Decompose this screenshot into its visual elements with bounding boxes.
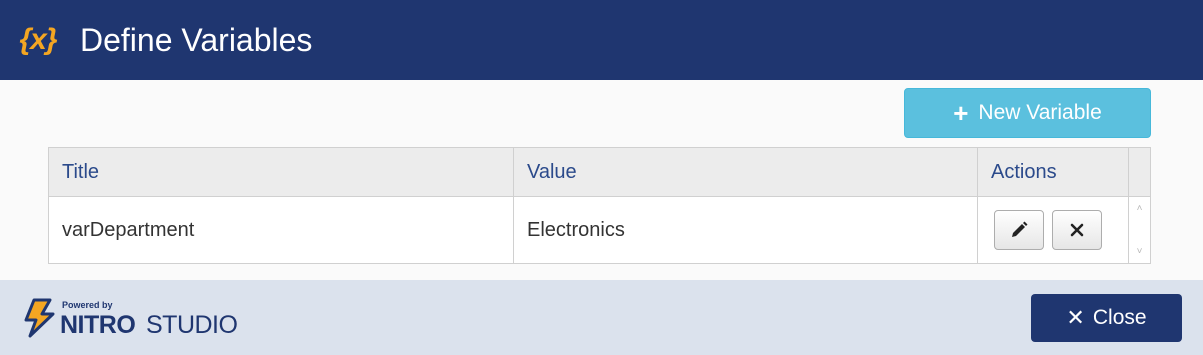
actions-cell [978,197,1129,263]
scroll-up-icon[interactable]: ˄ [1137,203,1143,214]
brand-studio: STUDIO [146,311,238,339]
column-header-title[interactable]: Title [49,148,514,196]
table-header-row: Title Value Actions [49,148,1150,197]
lightning-bolt-icon [24,298,55,338]
vertical-scrollbar[interactable]: ˄ ˅ [1129,197,1150,263]
scroll-down-icon[interactable]: ˅ [1137,246,1143,257]
edit-button[interactable] [994,210,1044,250]
scrollbar-header-spacer [1129,148,1150,196]
new-variable-label: New Variable [978,101,1102,124]
column-header-actions: Actions [978,148,1129,196]
brand-nitro: NITRO [60,311,136,339]
new-variable-button[interactable]: + New Variable [904,88,1151,138]
close-icon [1070,223,1084,237]
variable-icon: {x} [19,23,57,56]
variables-table: Title Value Actions varDepartment Electr… [48,147,1151,264]
nitro-studio-logo: Powered by NITRO STUDIO [20,298,250,339]
variable-value-cell: Electronics [514,197,978,263]
pencil-icon [1012,221,1028,237]
powered-by-label: Powered by [62,300,113,310]
delete-button[interactable] [1052,210,1102,250]
column-header-value[interactable]: Value [514,148,978,196]
dialog-title: Define Variables [80,21,313,58]
close-button[interactable]: ✕ Close [1031,294,1182,342]
dialog-footer: Powered by NITRO STUDIO [0,280,1203,355]
close-icon: ✕ [1066,305,1085,330]
plus-icon: + [953,98,969,128]
table-row: varDepartment Electronics ˄ ˅ [49,197,1150,263]
dialog-header: {x} Define Variables [0,0,1203,80]
variable-title-cell: varDepartment [49,197,514,263]
close-label: Close [1092,306,1147,329]
